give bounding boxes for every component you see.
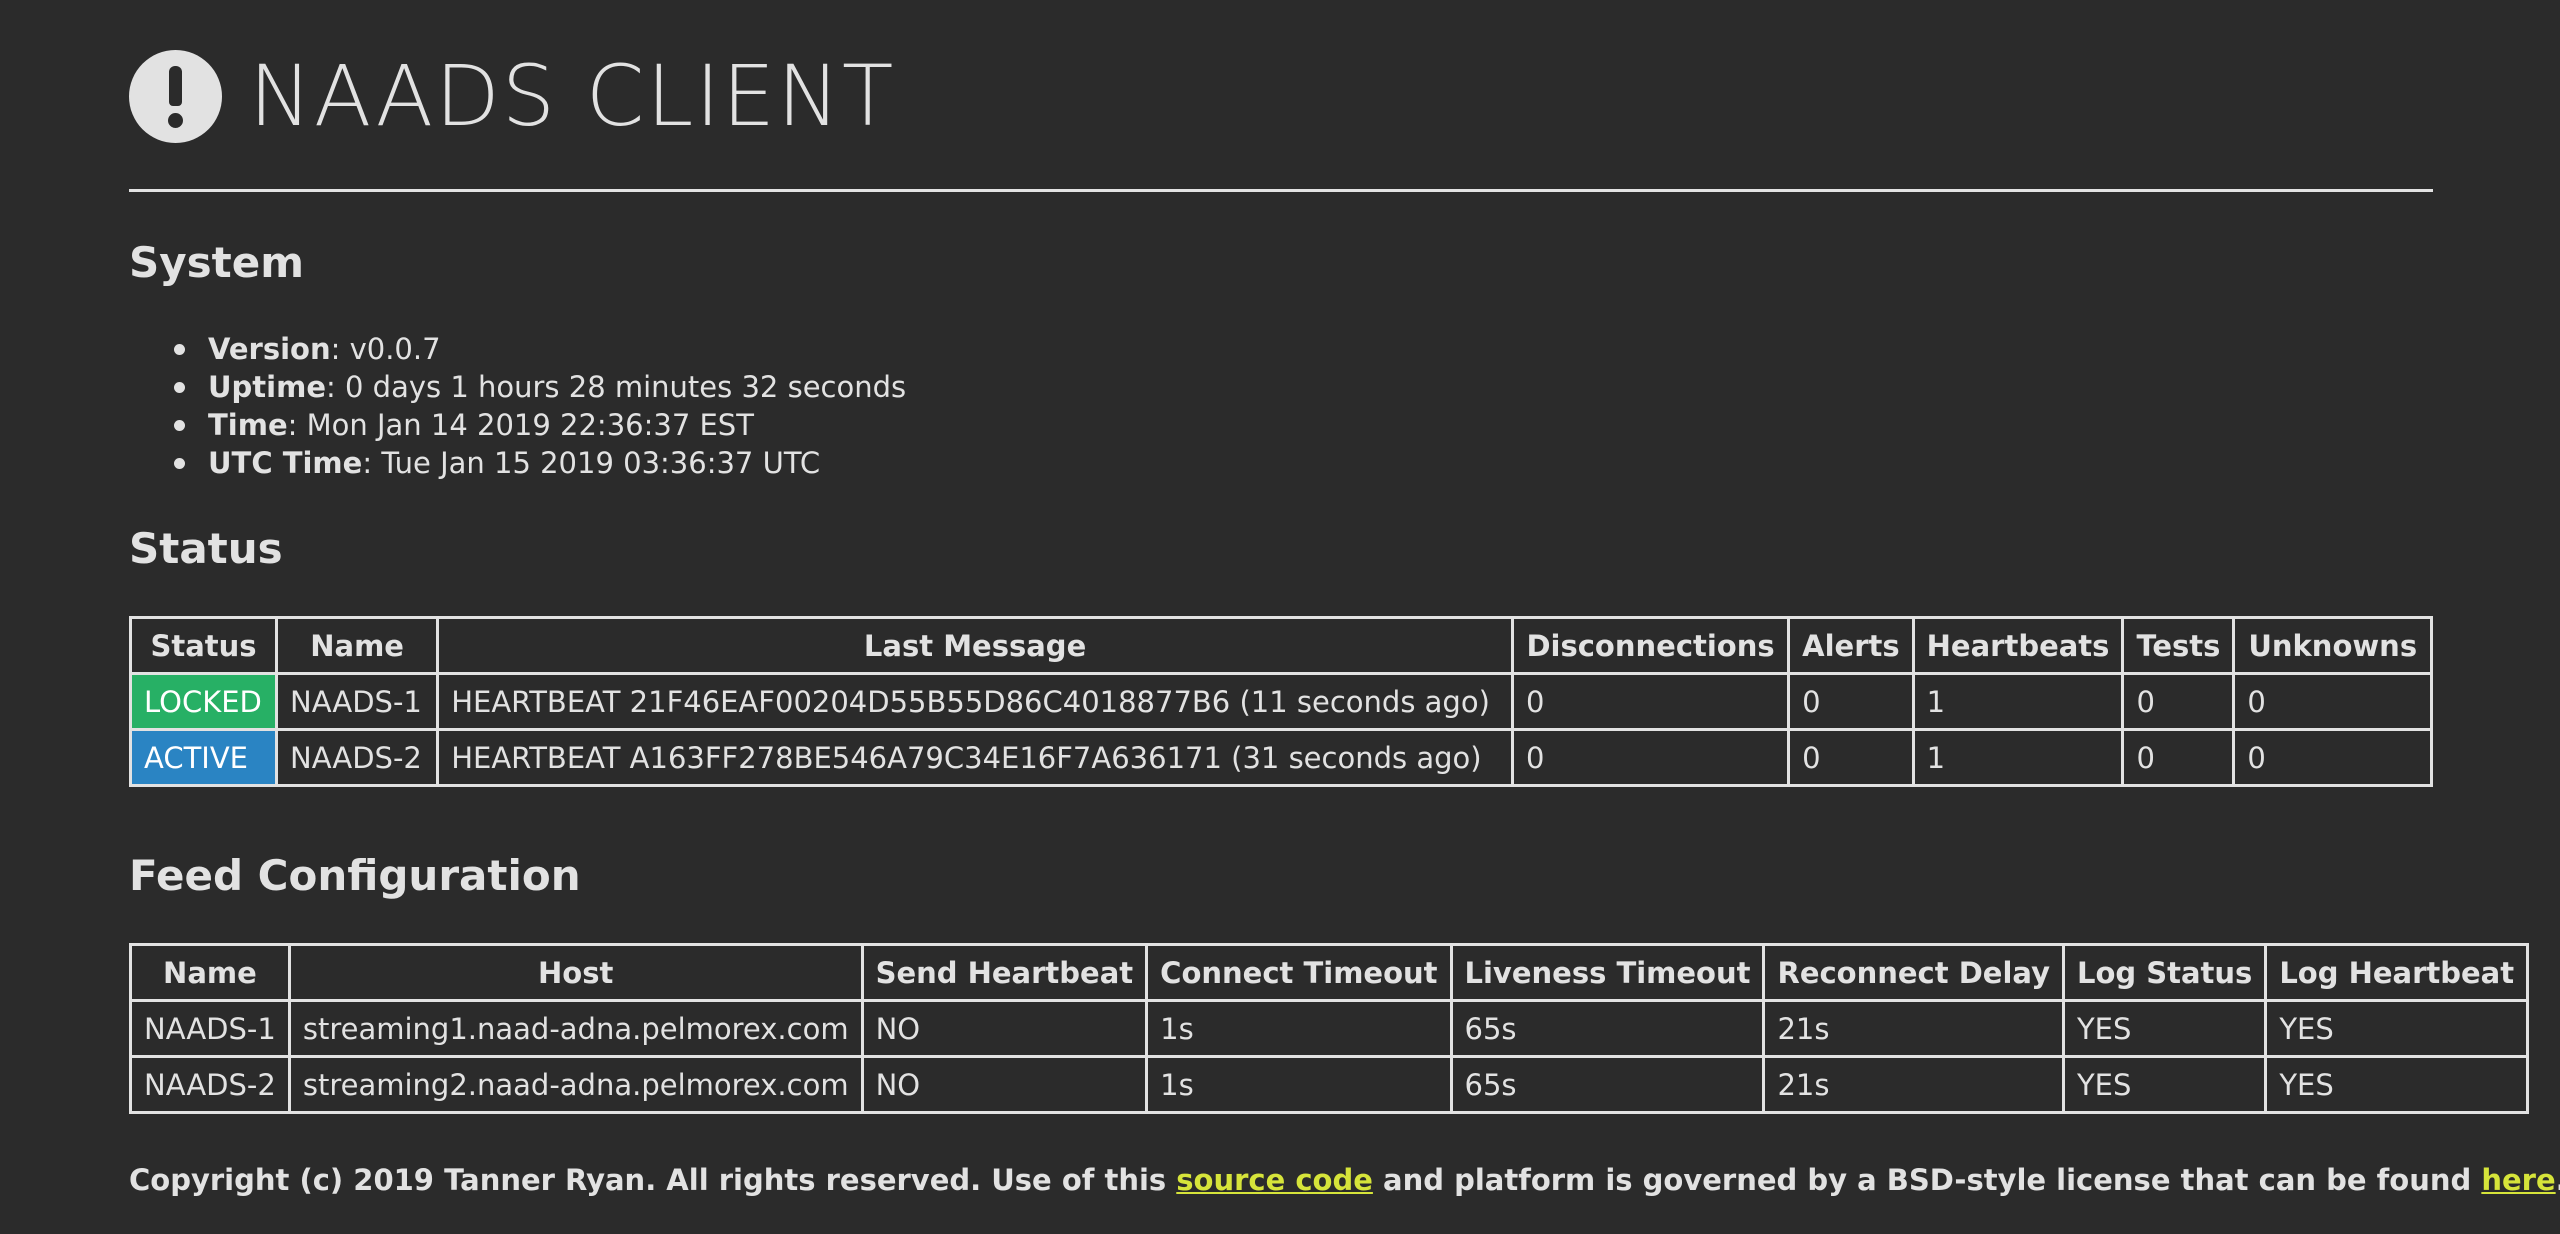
table-row: LOCKED NAADS-1 HEARTBEAT 21F46EAF00204D5… bbox=[128, 672, 2433, 731]
table-cell-alerts: 0 bbox=[1787, 728, 1915, 787]
header: NAADS CLIENT bbox=[129, 41, 895, 151]
system-time-label: Time bbox=[208, 408, 288, 442]
table-cell-log-status: YES bbox=[2061, 1055, 2268, 1114]
column-header: Host bbox=[287, 943, 864, 1002]
table-cell-tests: 0 bbox=[2121, 672, 2236, 731]
column-header: Alerts bbox=[1787, 616, 1915, 675]
column-header: Last Message bbox=[436, 616, 1514, 675]
system-version-label: Version bbox=[208, 332, 331, 366]
status-table: Status Name Last Message Disconnections … bbox=[128, 616, 2433, 787]
system-version-value: : v0.0.7 bbox=[330, 332, 441, 366]
table-cell-liveness-timeout: 65s bbox=[1449, 999, 1766, 1058]
table-cell-name: NAADS-1 bbox=[275, 672, 440, 731]
table-cell-name: NAADS-2 bbox=[275, 728, 440, 787]
system-time-value: : Mon Jan 14 2019 22:36:37 EST bbox=[287, 408, 754, 442]
system-heading: System bbox=[129, 238, 304, 287]
column-header: Tests bbox=[2121, 616, 2236, 675]
column-header: Name bbox=[275, 616, 440, 675]
system-info-list: Version: v0.0.7 Uptime: 0 days 1 hours 2… bbox=[173, 330, 907, 482]
column-header: Log Heartbeat bbox=[2264, 943, 2530, 1002]
table-cell-name: NAADS-1 bbox=[129, 999, 291, 1058]
table-row: NAADS-2 streaming2.naad-adna.pelmorex.co… bbox=[129, 1055, 2530, 1114]
table-cell-log-status: YES bbox=[2061, 999, 2268, 1058]
table-cell-reconnect-delay: 21s bbox=[1762, 1055, 2065, 1114]
source-code-link[interactable]: source code bbox=[1176, 1163, 1373, 1197]
table-cell-unknowns: 0 bbox=[2232, 672, 2433, 731]
column-header: Heartbeats bbox=[1911, 616, 2125, 675]
status-heading: Status bbox=[129, 524, 283, 573]
app-title: NAADS CLIENT bbox=[249, 47, 896, 145]
feed-configuration-table: Name Host Send Heartbeat Connect Timeout… bbox=[129, 943, 2530, 1114]
column-header: Unknowns bbox=[2232, 616, 2433, 675]
system-time-item: Time: Mon Jan 14 2019 22:36:37 EST bbox=[173, 406, 906, 444]
footer-text-end: . bbox=[2556, 1163, 2560, 1197]
column-header: Send Heartbeat bbox=[860, 943, 1149, 1002]
table-row: NAADS-1 streaming1.naad-adna.pelmorex.co… bbox=[129, 999, 2530, 1058]
table-cell-host: streaming1.naad-adna.pelmorex.com bbox=[287, 999, 864, 1058]
column-header: Connect Timeout bbox=[1145, 943, 1453, 1002]
table-cell-log-heartbeat: YES bbox=[2264, 999, 2530, 1058]
table-cell-heartbeats: 1 bbox=[1911, 672, 2125, 731]
table-cell-host: streaming2.naad-adna.pelmorex.com bbox=[287, 1055, 864, 1114]
table-row: ACTIVE NAADS-2 HEARTBEAT A163FF278BE546A… bbox=[128, 728, 2433, 787]
table-cell-liveness-timeout: 65s bbox=[1449, 1055, 1766, 1114]
table-cell-connect-timeout: 1s bbox=[1145, 999, 1453, 1058]
table-cell-name: NAADS-2 bbox=[129, 1055, 291, 1114]
license-here-link[interactable]: here bbox=[2481, 1163, 2555, 1197]
system-utc-time-item: UTC Time: Tue Jan 15 2019 03:36:37 UTC bbox=[173, 444, 906, 482]
column-header: Disconnections bbox=[1510, 616, 1791, 675]
table-cell-alerts: 0 bbox=[1787, 672, 1915, 731]
header-divider bbox=[129, 189, 2433, 192]
status-header-row: Status Name Last Message Disconnections … bbox=[128, 616, 2433, 675]
footer: Copyright (c) 2019 Tanner Ryan. All righ… bbox=[129, 1163, 2560, 1198]
table-cell-send-heartbeat: NO bbox=[860, 1055, 1149, 1114]
table-cell-send-heartbeat: NO bbox=[860, 999, 1149, 1058]
feed-configuration-heading: Feed Configuration bbox=[129, 851, 581, 900]
table-cell-tests: 0 bbox=[2121, 728, 2236, 787]
table-cell-connect-timeout: 1s bbox=[1145, 1055, 1453, 1114]
footer-text-middle: and platform is governed by a BSD-style … bbox=[1372, 1163, 2482, 1197]
table-cell-reconnect-delay: 21s bbox=[1762, 999, 2065, 1058]
exclamation-circle-icon bbox=[129, 49, 222, 143]
feed-header-row: Name Host Send Heartbeat Connect Timeout… bbox=[129, 943, 2530, 1002]
system-version-item: Version: v0.0.7 bbox=[173, 330, 906, 368]
footer-text-start: Copyright (c) 2019 Tanner Ryan. All righ… bbox=[129, 1163, 1177, 1197]
column-header: Liveness Timeout bbox=[1449, 943, 1766, 1002]
table-cell-unknowns: 0 bbox=[2232, 728, 2433, 787]
table-cell-log-heartbeat: YES bbox=[2264, 1055, 2530, 1114]
status-badge: LOCKED bbox=[128, 672, 279, 731]
table-cell-disconnections: 0 bbox=[1510, 728, 1791, 787]
system-utc-time-value: : Tue Jan 15 2019 03:36:37 UTC bbox=[362, 446, 821, 480]
system-uptime-label: Uptime bbox=[208, 370, 326, 404]
status-badge: ACTIVE bbox=[128, 728, 279, 787]
column-header: Log Status bbox=[2061, 943, 2268, 1002]
column-header: Status bbox=[128, 616, 279, 675]
system-uptime-value: : 0 days 1 hours 28 minutes 32 seconds bbox=[326, 370, 907, 404]
column-header: Reconnect Delay bbox=[1762, 943, 2065, 1002]
table-cell-last-message: HEARTBEAT 21F46EAF00204D55B55D86C4018877… bbox=[436, 672, 1514, 731]
table-cell-heartbeats: 1 bbox=[1911, 728, 2125, 787]
column-header: Name bbox=[129, 943, 291, 1002]
system-utc-time-label: UTC Time bbox=[208, 446, 363, 480]
table-cell-last-message: HEARTBEAT A163FF278BE546A79C34E16F7A6361… bbox=[436, 728, 1514, 787]
system-uptime-item: Uptime: 0 days 1 hours 28 minutes 32 sec… bbox=[173, 368, 907, 406]
table-cell-disconnections: 0 bbox=[1510, 672, 1791, 731]
